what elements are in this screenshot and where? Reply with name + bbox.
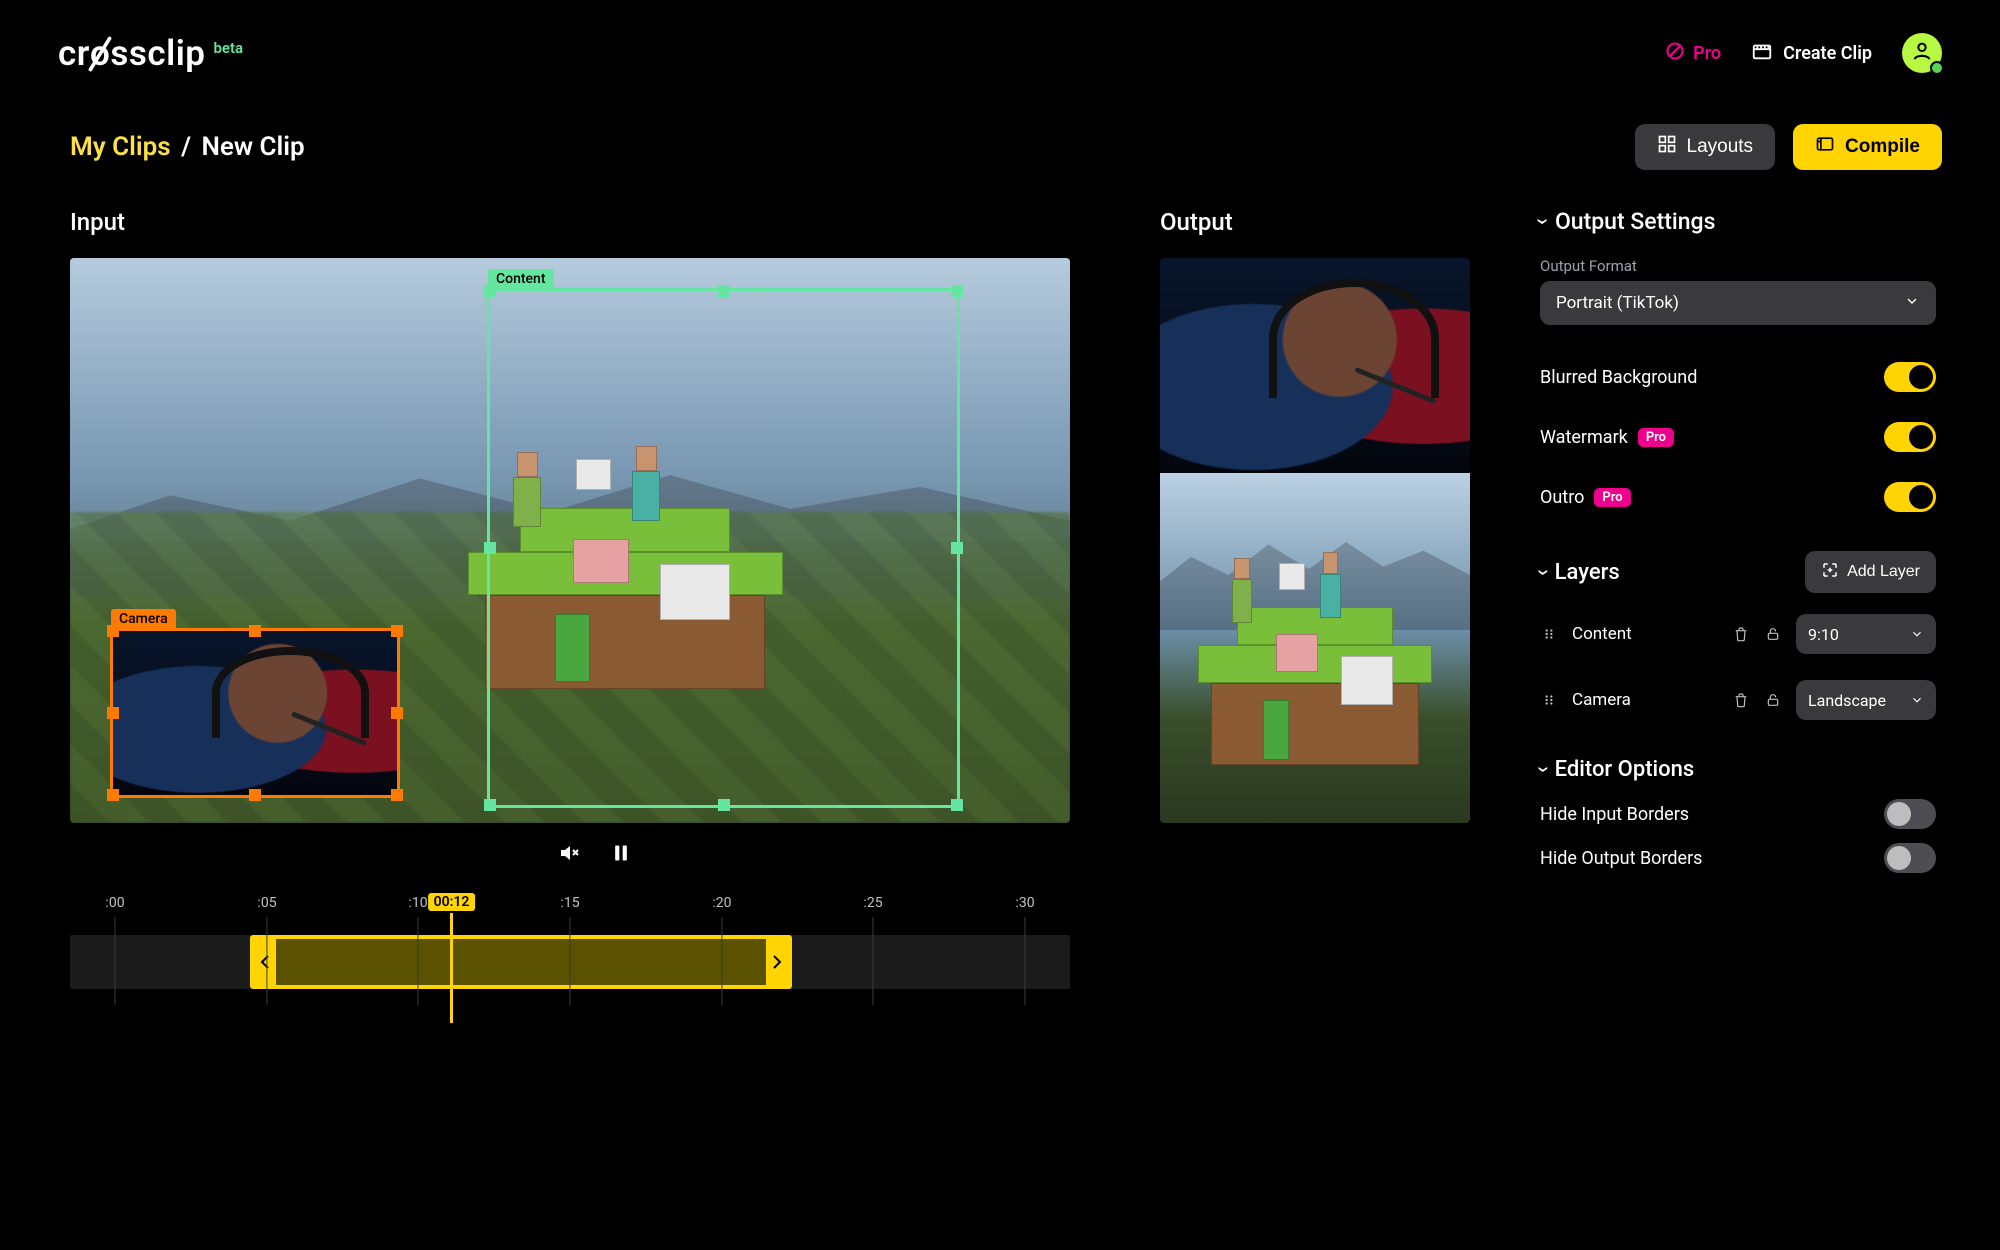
add-layer-button[interactable]: Add Layer bbox=[1805, 551, 1936, 593]
timeline-tick: :20 bbox=[712, 895, 731, 1005]
hide-output-borders-label: Hide Output Borders bbox=[1540, 848, 1702, 869]
hide-input-borders-toggle[interactable] bbox=[1884, 799, 1936, 829]
input-preview[interactable]: Content Camera bbox=[70, 258, 1070, 823]
layer-row-camera: Camera Landscape bbox=[1540, 675, 1936, 725]
camera-crop-box[interactable]: Camera bbox=[110, 628, 400, 798]
layer-aspect-value: 9:10 bbox=[1808, 625, 1839, 644]
timeline-tick: :30 bbox=[1015, 895, 1034, 1005]
layer-name: Content bbox=[1572, 624, 1718, 644]
breadcrumb-root[interactable]: My Clips bbox=[70, 132, 171, 162]
layer-aspect-select[interactable]: Landscape bbox=[1796, 680, 1936, 720]
content-crop-box[interactable]: Content bbox=[487, 288, 960, 808]
breadcrumb-current: New Clip bbox=[201, 132, 304, 162]
webcam-preview bbox=[113, 631, 397, 795]
timeline-range[interactable] bbox=[250, 935, 792, 989]
timeline-tick: :00 bbox=[105, 895, 124, 1005]
chevron-down-icon: › bbox=[1531, 569, 1556, 576]
layouts-icon bbox=[1657, 134, 1677, 160]
drag-handle-icon[interactable] bbox=[1540, 691, 1558, 709]
delete-layer-icon[interactable] bbox=[1732, 625, 1750, 643]
range-end-handle[interactable] bbox=[766, 939, 788, 985]
output-preview bbox=[1160, 258, 1470, 823]
layer-aspect-value: Landscape bbox=[1808, 691, 1886, 710]
mute-button[interactable] bbox=[557, 841, 581, 865]
content-crop-label: Content bbox=[488, 269, 554, 289]
layers-title[interactable]: › Layers bbox=[1540, 560, 1620, 585]
lock-layer-icon[interactable] bbox=[1764, 625, 1782, 643]
add-layer-icon bbox=[1821, 561, 1839, 584]
pro-label: Pro bbox=[1693, 43, 1721, 64]
drag-handle-icon[interactable] bbox=[1540, 625, 1558, 643]
lock-layer-icon[interactable] bbox=[1764, 691, 1782, 709]
pro-link[interactable]: Pro bbox=[1665, 41, 1721, 66]
breadcrumb-separator: / bbox=[181, 132, 191, 162]
timeline[interactable]: 00:12 :00 :05 :10 :15 :20 :25 :30 bbox=[70, 895, 1070, 1015]
user-icon bbox=[1911, 40, 1933, 66]
blurred-bg-label: Blurred Background bbox=[1540, 367, 1697, 388]
breadcrumb: My Clips / New Clip bbox=[70, 132, 305, 162]
timeline-playhead[interactable]: 00:12 bbox=[450, 913, 453, 1023]
outro-label: Outro bbox=[1540, 487, 1584, 508]
user-avatar[interactable] bbox=[1902, 33, 1942, 73]
output-settings-title[interactable]: › Output Settings bbox=[1540, 208, 1936, 235]
create-clip-link[interactable]: Create Clip bbox=[1751, 40, 1872, 67]
input-title: Input bbox=[70, 208, 1120, 236]
compile-label: Compile bbox=[1845, 136, 1920, 158]
outro-toggle[interactable] bbox=[1884, 482, 1936, 512]
pause-button[interactable] bbox=[609, 841, 633, 865]
editor-options-title[interactable]: › Editor Options bbox=[1540, 757, 1936, 782]
layouts-label: Layouts bbox=[1687, 136, 1754, 158]
hide-input-borders-label: Hide Input Borders bbox=[1540, 804, 1689, 825]
output-format-select[interactable]: Portrait (TikTok) bbox=[1540, 281, 1936, 325]
clip-icon bbox=[1751, 40, 1773, 67]
chevron-down-icon: › bbox=[1530, 218, 1557, 225]
playhead-time: 00:12 bbox=[428, 893, 476, 911]
chevron-down-icon bbox=[1904, 293, 1920, 314]
pro-badge: Pro bbox=[1594, 488, 1630, 507]
pro-badge: Pro bbox=[1638, 428, 1674, 447]
blurred-bg-toggle[interactable] bbox=[1884, 362, 1936, 392]
watermark-label: Watermark bbox=[1540, 427, 1628, 448]
layer-name: Camera bbox=[1572, 690, 1718, 710]
chevron-down-icon: › bbox=[1531, 766, 1556, 773]
delete-layer-icon[interactable] bbox=[1732, 691, 1750, 709]
pro-slash-icon bbox=[1665, 41, 1685, 66]
app-logo[interactable]: cr o ssclip beta bbox=[58, 33, 243, 74]
layouts-button[interactable]: Layouts bbox=[1635, 124, 1776, 170]
output-format-label: Output Format bbox=[1540, 257, 1936, 275]
timeline-tick: :05 bbox=[257, 895, 276, 1005]
status-dot-icon bbox=[1930, 61, 1944, 75]
add-layer-label: Add Layer bbox=[1847, 563, 1920, 581]
output-title: Output bbox=[1160, 208, 1500, 236]
beta-badge: beta bbox=[213, 39, 243, 57]
layer-aspect-select[interactable]: 9:10 bbox=[1796, 614, 1936, 654]
camera-crop-label: Camera bbox=[111, 609, 176, 629]
watermark-toggle[interactable] bbox=[1884, 422, 1936, 452]
timeline-tick: :10 bbox=[408, 895, 427, 1005]
timeline-tick: :25 bbox=[863, 895, 882, 1005]
layer-row-content: Content 9:10 bbox=[1540, 609, 1936, 659]
compile-icon bbox=[1815, 134, 1835, 160]
output-format-value: Portrait (TikTok) bbox=[1556, 293, 1679, 313]
timeline-tick: :15 bbox=[560, 895, 579, 1005]
hide-output-borders-toggle[interactable] bbox=[1884, 843, 1936, 873]
create-clip-label: Create Clip bbox=[1783, 43, 1872, 64]
compile-button[interactable]: Compile bbox=[1793, 124, 1942, 170]
